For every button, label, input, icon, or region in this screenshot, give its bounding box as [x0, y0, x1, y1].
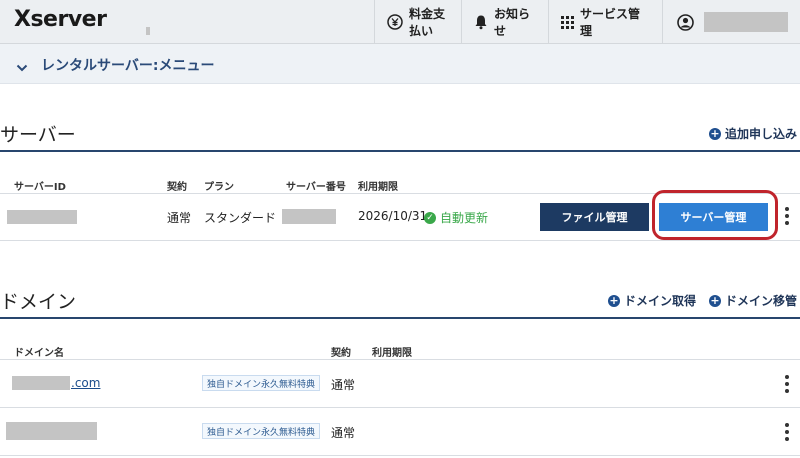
domain-section-title: ドメイン	[0, 291, 77, 313]
top-nav: 料金支払い お知らせ サービス管理	[374, 0, 800, 44]
kebab-icon[interactable]	[784, 423, 790, 441]
add-application-link[interactable]: + 追加申し込み	[709, 125, 797, 142]
acquire-domain-label: ドメイン取得	[624, 294, 697, 308]
nav-services-label: サービス管理	[580, 7, 641, 38]
logo[interactable]: Xserver	[14, 7, 107, 32]
kebab-icon[interactable]	[784, 375, 790, 393]
col-domain-expiry: 利用期限	[372, 348, 412, 359]
user-icon	[677, 13, 694, 31]
grid-icon	[561, 15, 574, 29]
col-expiry: 利用期限	[358, 182, 398, 193]
redacted-mark	[146, 27, 150, 35]
yen-icon	[387, 14, 403, 30]
table-divider	[0, 359, 800, 360]
server-section-title: サーバー	[0, 124, 76, 146]
kebab-icon[interactable]	[784, 207, 790, 225]
nav-services[interactable]: サービス管理	[548, 0, 662, 44]
nav-news[interactable]: お知らせ	[461, 0, 548, 44]
menu-bar[interactable]: レンタルサーバー:メニュー	[0, 44, 800, 84]
plus-circle-icon: +	[608, 293, 620, 307]
top-header: Xserver 料金支払い お知らせ サービス管理	[0, 0, 800, 44]
col-domain-contract: 契約	[331, 348, 351, 359]
col-server-number: サーバー番号	[286, 182, 346, 193]
acquire-domain-link[interactable]: + ドメイン取得	[608, 292, 696, 309]
free-domain-badge: 独自ドメイン永久無料特典	[202, 375, 321, 391]
nav-user-account[interactable]	[662, 0, 800, 44]
nav-payment[interactable]: 料金支払い	[374, 0, 461, 44]
free-domain-badge: 独自ドメイン永久無料特典	[202, 423, 321, 439]
redacted-server-number	[282, 209, 336, 224]
nav-news-label: お知らせ	[494, 7, 531, 38]
col-contract: 契約	[167, 182, 187, 193]
transfer-domain-link[interactable]: + ドメイン移管	[709, 292, 797, 309]
redacted-username	[704, 12, 788, 32]
auto-renew-status: ✓ 自動更新	[424, 209, 488, 226]
plus-circle-icon: +	[709, 126, 721, 140]
server-plan: スタンダード	[204, 211, 277, 225]
server-expiry: 2026/10/31	[358, 209, 428, 223]
col-server-id: サーバーID	[14, 182, 66, 193]
bell-icon	[474, 14, 488, 30]
domain-contract: 通常	[331, 378, 356, 392]
redacted-server-id	[7, 210, 77, 224]
auto-renew-label: 自動更新	[440, 211, 489, 225]
file-manager-button[interactable]: ファイル管理	[540, 203, 649, 231]
add-application-label: 追加申し込み	[725, 127, 798, 141]
menu-bar-label: レンタルサーバー:メニュー	[41, 58, 215, 74]
transfer-domain-label: ドメイン移管	[725, 294, 798, 308]
plus-circle-icon: +	[709, 293, 721, 307]
nav-payment-label: 料金支払い	[409, 7, 446, 38]
chevron-down-icon	[16, 58, 28, 77]
section-divider	[0, 150, 800, 152]
server-contract: 通常	[167, 211, 192, 225]
domain-contract: 通常	[331, 426, 356, 440]
section-divider	[0, 317, 800, 319]
check-circle-icon: ✓	[424, 211, 436, 224]
table-divider	[0, 407, 800, 408]
col-domain-name: ドメイン名	[14, 348, 64, 359]
redacted-domain-name	[12, 376, 70, 390]
col-plan: プラン	[204, 182, 234, 193]
table-divider	[0, 240, 800, 241]
highlight-annotation	[652, 190, 778, 240]
table-divider	[0, 455, 800, 456]
domain-link-suffix[interactable]: .com	[71, 376, 100, 390]
redacted-domain-name	[6, 422, 97, 440]
